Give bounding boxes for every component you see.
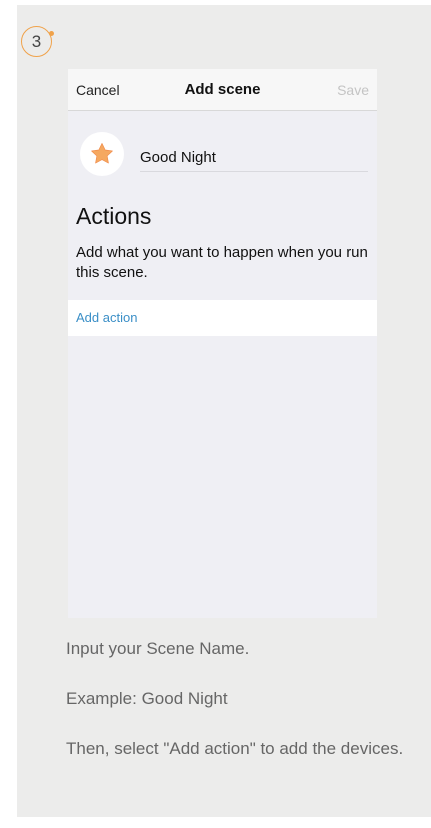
save-button[interactable]: Save: [337, 82, 369, 98]
actions-heading: Actions: [76, 203, 152, 229]
phone-screenshot: Cancel Add scene Save Actions Add what y…: [68, 69, 377, 618]
star-icon: [91, 143, 113, 164]
tutorial-card: 3 Cancel Add scene Save Actions Add what…: [17, 5, 431, 817]
scene-name-input[interactable]: [140, 145, 368, 169]
add-action-button[interactable]: Add action: [76, 310, 137, 325]
instruction-text-1: Input your Scene Name.: [66, 639, 250, 658]
nav-bar: Cancel Add scene Save: [68, 69, 377, 111]
scene-name-row: [140, 145, 368, 172]
add-action-row[interactable]: Add action: [68, 300, 377, 336]
instruction-text-2: Example: Good Night: [66, 689, 228, 708]
step-badge: 3: [21, 26, 54, 57]
actions-description: Add what you want to happen when you run…: [76, 244, 368, 281]
page-title: Add scene: [184, 81, 261, 98]
step-number: 3: [31, 31, 42, 51]
scene-icon-button[interactable]: [80, 132, 124, 176]
instruction-text-3: Then, select "Add action" to add the dev…: [66, 739, 404, 758]
step-badge-dot: [49, 31, 54, 36]
